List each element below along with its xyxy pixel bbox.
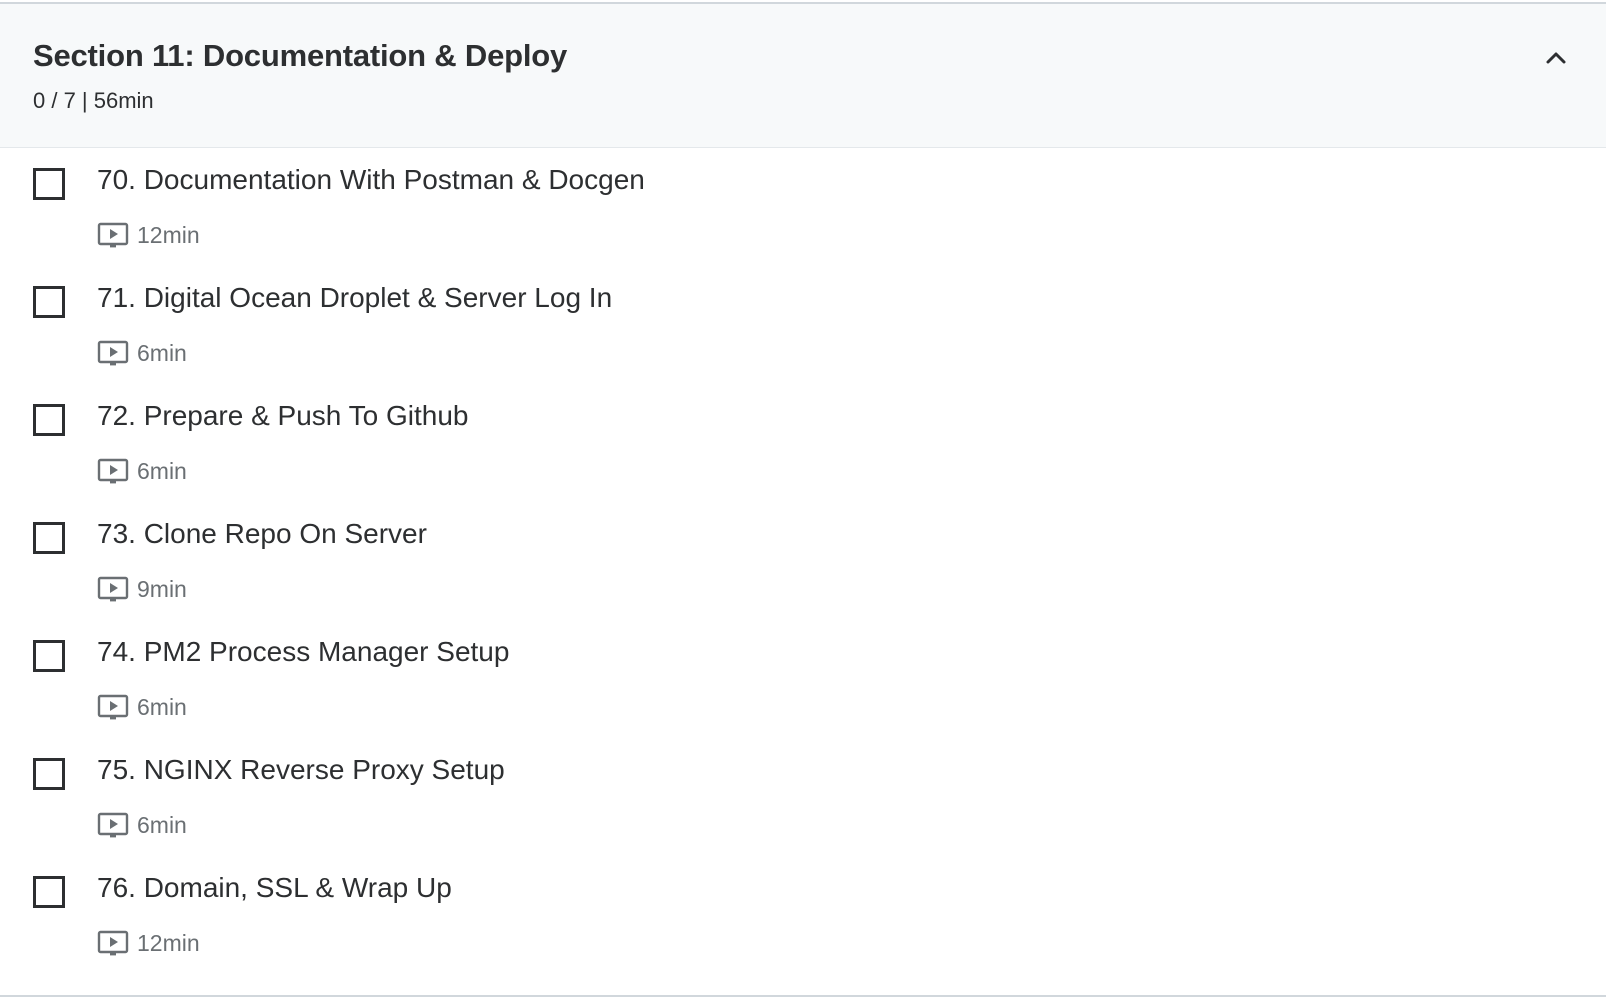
lecture-item[interactable]: 71. Digital Ocean Droplet & Server Log I… [0,266,1606,387]
section-bottom-divider [0,995,1606,997]
video-icon [97,575,129,603]
section-collapse-button[interactable] [1540,42,1572,74]
lecture-item[interactable]: 76. Domain, SSL & Wrap Up 12min [0,856,1606,977]
section-progress-meta: 0 / 7 | 56min [33,88,154,113]
lecture-complete-checkbox[interactable] [33,876,65,908]
lecture-duration: 6min [137,693,187,720]
video-icon [97,929,129,957]
lecture-complete-checkbox[interactable] [33,522,65,554]
section-title: Section 11: Documentation & Deploy [33,38,568,73]
lecture-title: 70. Documentation With Postman & Docgen [97,164,645,195]
lecture-meta: 9min [97,574,187,604]
lecture-complete-checkbox[interactable] [33,640,65,672]
video-icon [97,693,129,721]
lecture-item[interactable]: 75. NGINX Reverse Proxy Setup 6min [0,738,1606,859]
lecture-duration: 12min [137,929,200,956]
lecture-complete-checkbox[interactable] [33,758,65,790]
lecture-item[interactable]: 70. Documentation With Postman & Docgen … [0,148,1606,269]
section-header[interactable]: Section 11: Documentation & Deploy 0 / 7… [0,2,1606,148]
lecture-meta: 6min [97,810,187,840]
video-icon [97,339,129,367]
course-content-panel: Section 11: Documentation & Deploy 0 / 7… [0,0,1606,998]
lecture-item[interactable]: 74. PM2 Process Manager Setup 6min [0,620,1606,741]
lecture-title: 73. Clone Repo On Server [97,518,427,549]
video-icon [97,457,129,485]
video-icon [97,811,129,839]
lecture-meta: 6min [97,456,187,486]
lecture-item[interactable]: 72. Prepare & Push To Github 6min [0,384,1606,505]
lecture-title: 76. Domain, SSL & Wrap Up [97,872,452,903]
lecture-title: 74. PM2 Process Manager Setup [97,636,510,667]
lecture-duration: 6min [137,811,187,838]
lecture-meta: 6min [97,692,187,722]
lecture-meta: 12min [97,928,200,958]
lecture-duration: 9min [137,575,187,602]
lecture-meta: 12min [97,220,200,250]
lecture-duration: 6min [137,339,187,366]
lecture-title: 72. Prepare & Push To Github [97,400,469,431]
lecture-duration: 6min [137,457,187,484]
lecture-complete-checkbox[interactable] [33,286,65,318]
lecture-title: 75. NGINX Reverse Proxy Setup [97,754,505,785]
video-icon [97,221,129,249]
lecture-title: 71. Digital Ocean Droplet & Server Log I… [97,282,613,313]
lecture-meta: 6min [97,338,187,368]
lecture-duration: 12min [137,221,200,248]
chevron-up-icon [1546,52,1566,64]
lecture-complete-checkbox[interactable] [33,168,65,200]
lecture-item[interactable]: 73. Clone Repo On Server 9min [0,502,1606,623]
lecture-complete-checkbox[interactable] [33,404,65,436]
